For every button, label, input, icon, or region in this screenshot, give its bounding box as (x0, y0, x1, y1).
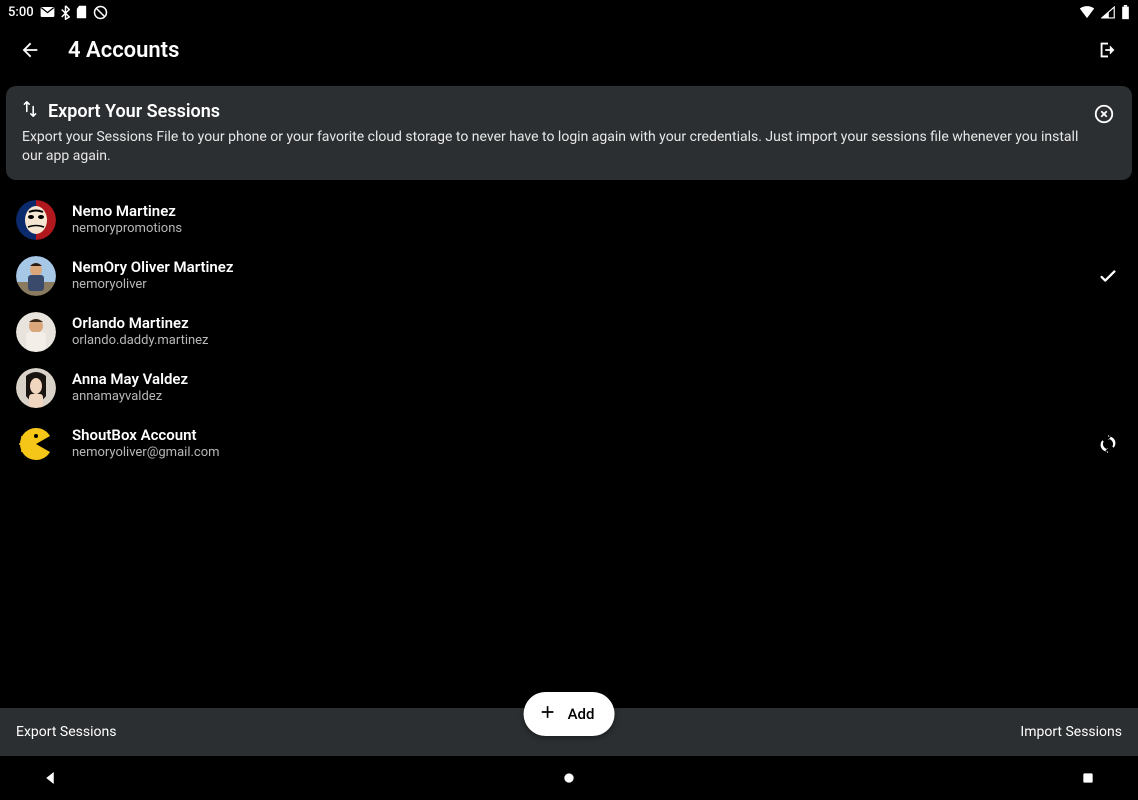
export-sessions-button[interactable]: Export Sessions (16, 724, 116, 740)
account-name: Orlando Martinez (72, 314, 1078, 334)
account-item[interactable]: Orlando Martinez orlando.daddy.martinez (0, 304, 1138, 360)
export-sessions-banner: Export Your Sessions Export your Session… (6, 86, 1132, 180)
signal-icon (1101, 6, 1115, 19)
banner-description: Export your Sessions File to your phone … (22, 128, 1086, 166)
avatar (16, 424, 56, 464)
status-time: 5:00 (8, 5, 34, 20)
sd-card-icon (76, 5, 87, 19)
account-handle: nemoryoliver (72, 277, 1078, 294)
back-button[interactable] (14, 34, 46, 66)
import-export-icon (22, 100, 38, 122)
nav-home-button[interactable] (549, 758, 589, 798)
battery-icon (1121, 5, 1130, 20)
account-handle: nemorypromotions (72, 221, 1078, 238)
mail-icon (40, 6, 55, 18)
account-item[interactable]: ShoutBox Account nemoryoliver@gmail.com (0, 416, 1138, 472)
sync-icon[interactable] (1094, 434, 1122, 454)
system-nav-bar (0, 756, 1138, 800)
app-bar: 4 Accounts (0, 24, 1138, 76)
account-name: ShoutBox Account (72, 426, 1078, 446)
avatar (16, 368, 56, 408)
bluetooth-icon (61, 5, 70, 20)
add-account-fab[interactable]: Add (524, 692, 615, 736)
status-bar: 5:00 (0, 0, 1138, 24)
account-item[interactable]: Anna May Valdez annamayvaldez (0, 360, 1138, 416)
banner-close-button[interactable] (1088, 98, 1120, 130)
import-sessions-button[interactable]: Import Sessions (1020, 724, 1122, 740)
nav-recent-button[interactable] (1068, 758, 1108, 798)
nav-back-button[interactable] (30, 758, 70, 798)
banner-title: Export Your Sessions (48, 101, 220, 122)
wifi-icon (1079, 6, 1095, 19)
avatar (16, 256, 56, 296)
page-title: 4 Accounts (68, 38, 179, 63)
account-name: Anna May Valdez (72, 370, 1078, 390)
dnd-icon (93, 5, 108, 20)
logout-button[interactable] (1092, 34, 1124, 66)
check-icon (1094, 265, 1122, 287)
plus-icon (538, 702, 558, 726)
account-name: Nemo Martinez (72, 202, 1078, 222)
account-handle: nemoryoliver@gmail.com (72, 445, 1078, 462)
avatar (16, 200, 56, 240)
account-handle: orlando.daddy.martinez (72, 333, 1078, 350)
account-item[interactable]: Nemo Martinez nemorypromotions (0, 192, 1138, 248)
account-item[interactable]: NemOry Oliver Martinez nemoryoliver (0, 248, 1138, 304)
account-list: Nemo Martinez nemorypromotions NemOry Ol… (0, 188, 1138, 476)
fab-label: Add (568, 705, 595, 723)
account-handle: annamayvaldez (72, 389, 1078, 406)
avatar (16, 312, 56, 352)
account-name: NemOry Oliver Martinez (72, 258, 1078, 278)
